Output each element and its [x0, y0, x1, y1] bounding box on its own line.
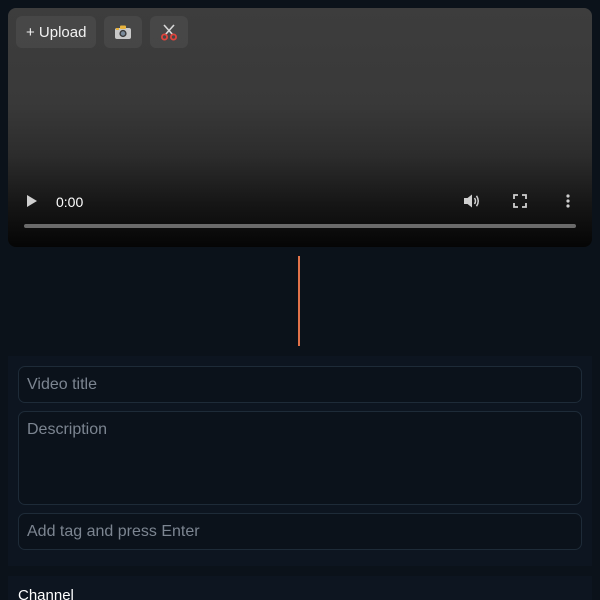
- video-details-form: [8, 356, 592, 566]
- player-toolbar: + Upload: [16, 16, 189, 48]
- volume-icon: [463, 193, 481, 214]
- video-title-input[interactable]: [18, 366, 582, 403]
- more-vert-icon: [566, 193, 570, 213]
- channel-label: Channel: [18, 587, 74, 600]
- upload-button[interactable]: + Upload: [16, 16, 97, 48]
- play-button[interactable]: [23, 194, 41, 212]
- channel-section: Channel: [8, 576, 592, 600]
- volume-button[interactable]: [463, 194, 481, 212]
- more-options-button[interactable]: [559, 193, 577, 213]
- trim-button[interactable]: [150, 16, 189, 48]
- divider-line: [298, 256, 300, 346]
- upload-page: + Upload 0:00 Video title Description Ad…: [0, 0, 600, 600]
- description-input[interactable]: [18, 411, 582, 505]
- progress-bar[interactable]: [24, 224, 576, 228]
- video-player[interactable]: + Upload 0:00: [8, 8, 592, 247]
- screenshot-button[interactable]: [104, 16, 143, 48]
- player-controls: 0:00: [8, 186, 592, 220]
- current-time: 0:00: [56, 194, 84, 210]
- fullscreen-icon: [513, 193, 527, 213]
- play-icon: [26, 194, 38, 213]
- tag-input[interactable]: [18, 513, 582, 550]
- fullscreen-button[interactable]: [511, 193, 529, 213]
- scissors-icon: [160, 23, 178, 41]
- camera-icon: [114, 24, 132, 40]
